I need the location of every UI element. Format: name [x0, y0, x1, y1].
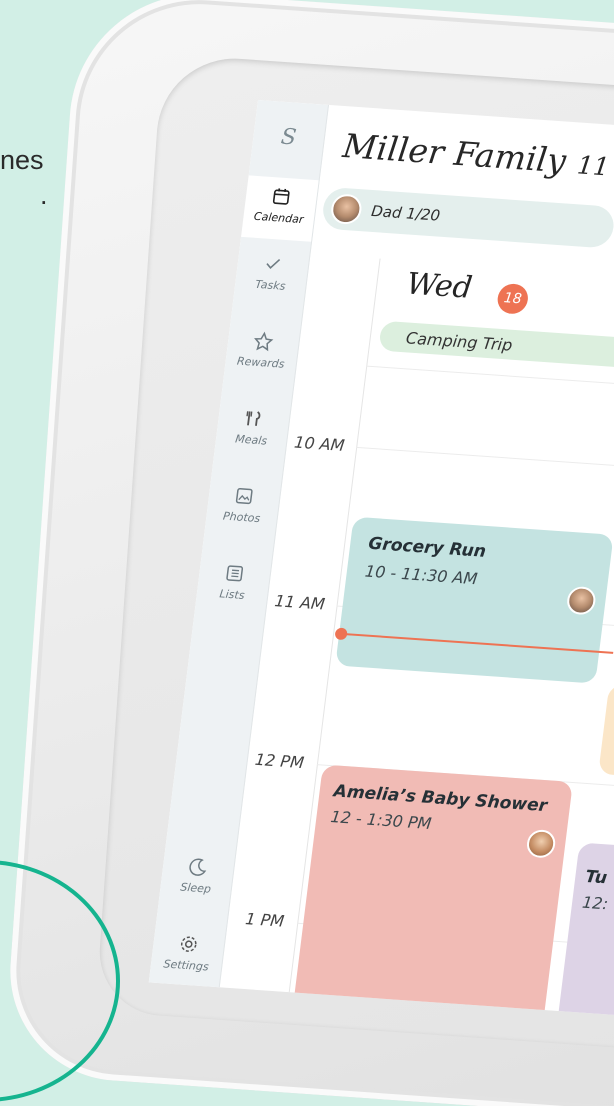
- sidebar-item-rewards[interactable]: Rewards: [225, 328, 300, 372]
- date-fragment: 11: [575, 150, 611, 182]
- hour-label: 10 AM: [293, 432, 346, 455]
- avatar: [565, 585, 598, 616]
- background-text-line2: .: [40, 180, 48, 210]
- sidebar-label-sleep: Sleep: [179, 880, 212, 896]
- hour-label: 11 AM: [273, 591, 327, 614]
- event-title: Grocery Run: [367, 533, 488, 562]
- event-title: Tu: [584, 866, 609, 889]
- event-baby-shower[interactable]: Amelia’s Baby Shower 12 - 1:30 PM: [286, 764, 573, 1033]
- sidebar-item-meals[interactable]: Meals: [215, 405, 290, 449]
- list-icon: [226, 565, 244, 582]
- star-icon: [254, 331, 274, 352]
- sidebar-label-meals: Meals: [234, 432, 268, 448]
- day-heading: Wed: [404, 266, 475, 306]
- moon-icon: [189, 858, 207, 876]
- sidebar-item-sleep[interactable]: Sleep: [160, 853, 235, 897]
- sidebar-label-calendar: Calendar: [253, 209, 305, 227]
- hour-label: 12 PM: [253, 749, 306, 773]
- profile-pill-dad[interactable]: Dad 1/20: [320, 186, 614, 249]
- sidebar-label-settings: Settings: [162, 957, 210, 974]
- sidebar-label-tasks: Tasks: [254, 277, 287, 293]
- profile-pill-label: Dad 1/20: [370, 202, 442, 225]
- app-logo: S: [279, 124, 298, 151]
- check-icon: [266, 258, 281, 270]
- family-name: Miller Family: [340, 126, 569, 181]
- sidebar-label-rewards: Rewards: [236, 354, 286, 371]
- page-title: Miller Family 11: [341, 126, 612, 183]
- event-time: 10 - 11:30 AM: [363, 561, 479, 589]
- stage: nes . S Calendar Tasks Rewards Meals Pho…: [0, 0, 614, 1106]
- event-time: 12:: [581, 892, 610, 914]
- sidebar-item-lists[interactable]: Lists: [196, 560, 271, 604]
- event-grocery-run[interactable]: Grocery Run 10 - 11:30 AM: [335, 516, 614, 684]
- background-text-line1: nes: [0, 145, 44, 175]
- calendar-icon: [272, 188, 290, 205]
- sidebar-item-tasks[interactable]: Tasks: [235, 251, 310, 295]
- hour-label: 1 PM: [244, 909, 286, 931]
- sidebar-item-calendar[interactable]: Calendar: [241, 175, 319, 242]
- sidebar-label-lists: Lists: [218, 587, 246, 603]
- sidebar-item-photos[interactable]: Photos: [206, 483, 281, 527]
- sidebar-label-photos: Photos: [222, 509, 261, 526]
- sidebar-item-settings[interactable]: Settings: [150, 931, 225, 975]
- utensils-icon: [246, 411, 261, 426]
- avatar: [525, 828, 557, 859]
- avatar: [329, 193, 364, 226]
- event-time: 12 - 1:30 PM: [329, 807, 433, 834]
- photo-icon: [235, 487, 253, 505]
- gear-icon: [180, 936, 197, 952]
